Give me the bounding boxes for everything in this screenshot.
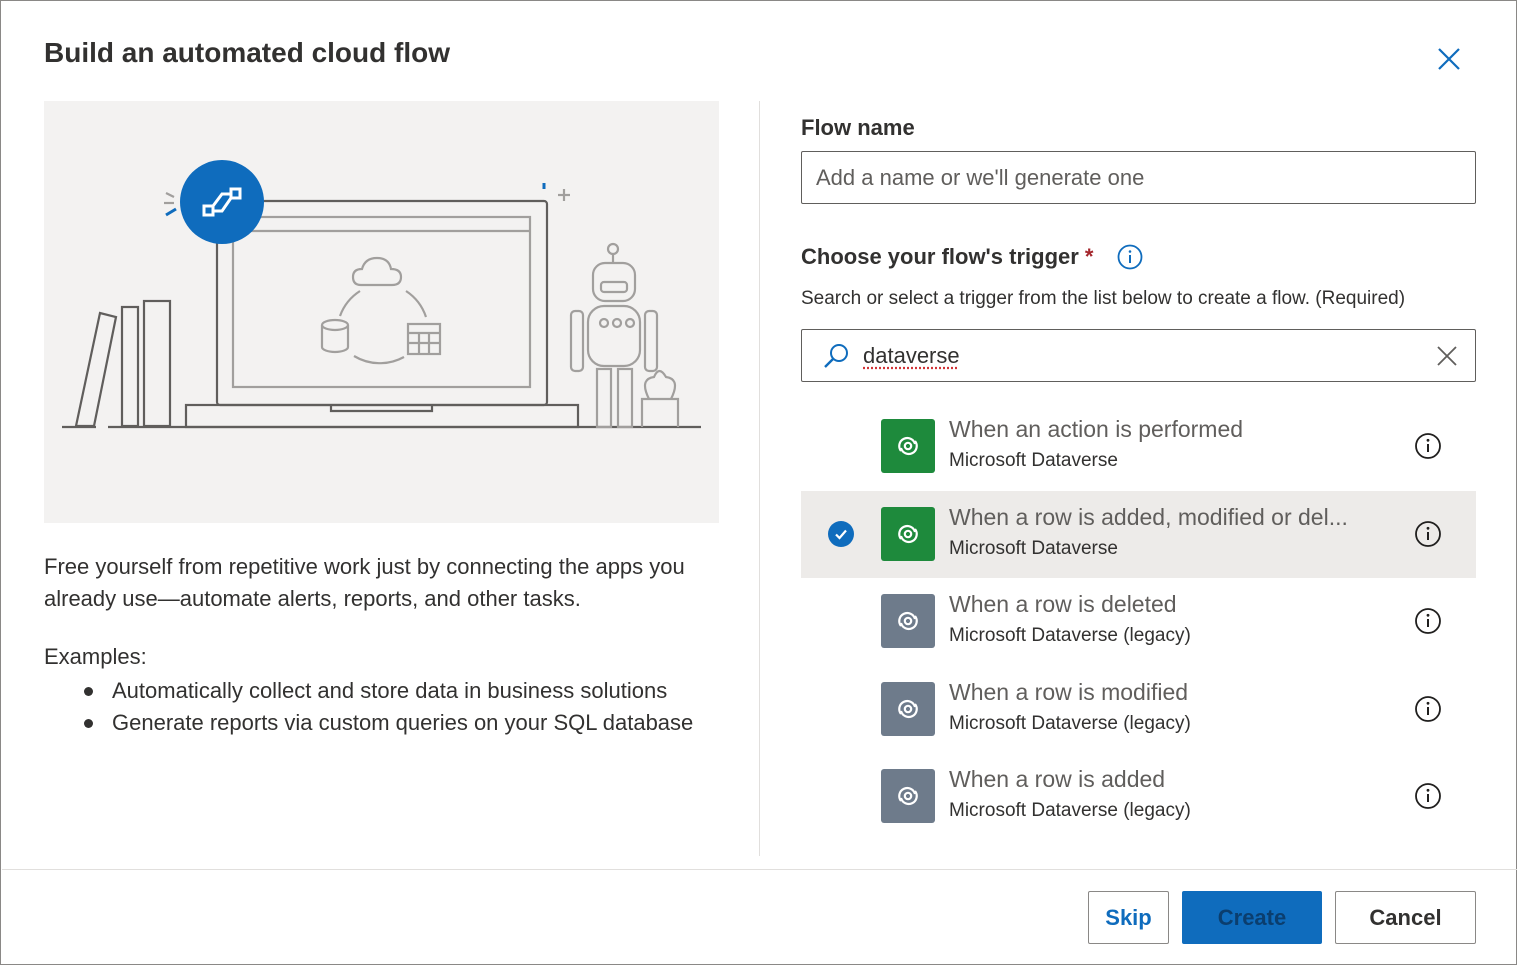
trigger-label-text: Choose your flow's trigger bbox=[801, 244, 1079, 269]
illustration bbox=[44, 101, 719, 523]
laptop-illustration bbox=[62, 160, 701, 429]
trigger-item[interactable]: When a row is added Microsoft Dataverse (… bbox=[801, 753, 1476, 840]
info-icon[interactable] bbox=[1414, 782, 1442, 810]
search-icon bbox=[824, 344, 848, 368]
footer-divider bbox=[2, 869, 1517, 870]
dialog-title: Build an automated cloud flow bbox=[44, 37, 450, 68]
clear-search-icon[interactable] bbox=[1436, 345, 1458, 367]
create-button[interactable]: Create bbox=[1182, 891, 1322, 944]
trigger-connector: Microsoft Dataverse (legacy) bbox=[949, 712, 1191, 734]
trigger-label: Choose your flow's trigger * bbox=[801, 244, 1093, 270]
description: Free yourself from repetitive work just … bbox=[44, 554, 685, 611]
dataverse-icon bbox=[881, 769, 935, 823]
trigger-title: When a row is modified bbox=[949, 678, 1189, 705]
examples-list: Automatically collect and store data in … bbox=[44, 675, 724, 739]
required-marker: * bbox=[1084, 244, 1094, 269]
trigger-title: When a row is deleted bbox=[949, 591, 1177, 617]
trigger-item[interactable]: When an action is performed Microsoft Dat… bbox=[801, 403, 1476, 490]
dataverse-icon bbox=[881, 594, 935, 648]
search-input[interactable]: dataverse bbox=[863, 343, 960, 369]
close-icon bbox=[1438, 48, 1460, 70]
trigger-connector: Microsoft Dataverse bbox=[949, 537, 1118, 559]
trigger-connector: Microsoft Dataverse (legacy) bbox=[949, 625, 1191, 646]
flow-name-input[interactable] bbox=[801, 151, 1476, 204]
examples-label: Examples: bbox=[44, 644, 147, 669]
info-icon[interactable] bbox=[1117, 244, 1143, 270]
dataverse-icon bbox=[881, 419, 935, 473]
close-button[interactable] bbox=[1433, 43, 1465, 75]
dataverse-icon bbox=[881, 681, 935, 736]
trigger-title: When a row is added, modified or del... bbox=[949, 503, 1348, 530]
trigger-item[interactable]: When a row is modified Microsoft Datavers… bbox=[801, 666, 1476, 753]
trigger-title: When a row is added bbox=[949, 766, 1166, 792]
trigger-title: When an action is performed bbox=[949, 416, 1244, 442]
trigger-connector: Microsoft Dataverse (legacy) bbox=[949, 800, 1191, 821]
trigger-connector: Microsoft Dataverse bbox=[949, 450, 1118, 471]
skip-button[interactable]: Skip bbox=[1088, 891, 1169, 944]
trigger-helper-text: Search or select a trigger from the list… bbox=[801, 288, 1406, 309]
flow-name-label: Flow name bbox=[801, 115, 915, 140]
cancel-button[interactable]: Cancel bbox=[1335, 891, 1476, 944]
info-icon[interactable] bbox=[1414, 607, 1442, 635]
trigger-item[interactable]: When a row is deleted Microsoft Dataverse… bbox=[801, 578, 1476, 665]
checkmark-icon bbox=[828, 520, 854, 547]
info-icon[interactable] bbox=[1414, 520, 1442, 548]
trigger-item[interactable]: When a row is added, modified or del... M… bbox=[801, 490, 1476, 578]
info-icon[interactable] bbox=[1414, 432, 1442, 460]
example-item: Generate reports via custom queries on y… bbox=[44, 707, 724, 739]
example-item: Automatically collect and store data in … bbox=[44, 675, 724, 707]
vertical-divider bbox=[759, 101, 760, 856]
dialog: Build an automated cloud flow Free yours… bbox=[0, 0, 1517, 965]
dataverse-icon bbox=[881, 506, 935, 561]
info-icon[interactable] bbox=[1414, 695, 1442, 723]
trigger-search-box[interactable]: dataverse bbox=[801, 329, 1476, 382]
